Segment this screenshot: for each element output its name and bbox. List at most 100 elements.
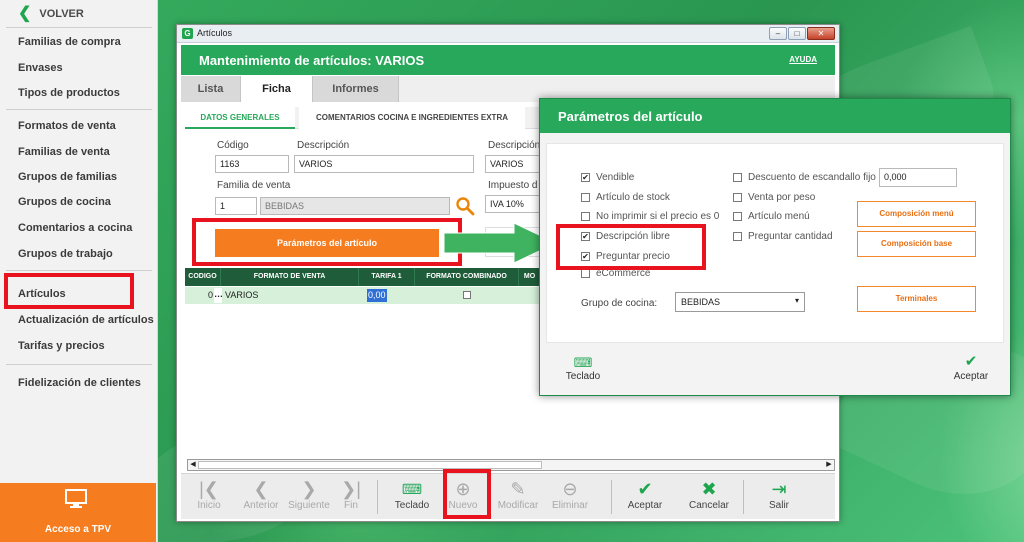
fin-label: Fin bbox=[344, 500, 358, 511]
subtab-comentarios[interactable]: COMENTARIOS COCINA E INGREDIENTES EXTRA bbox=[299, 107, 525, 129]
sidebar-item-comentarios-cocina[interactable]: Comentarios a cocina bbox=[18, 222, 132, 234]
sidebar-item-fidelizacion[interactable]: Fidelización de clientes bbox=[18, 377, 141, 389]
terminales-button[interactable]: Terminales bbox=[857, 286, 976, 312]
sidebar-item-tarifas-precios[interactable]: Tarifas y precios bbox=[18, 340, 105, 352]
check-vendible[interactable]: ✔ Vendible bbox=[581, 172, 634, 183]
tab-ficha[interactable]: Ficha bbox=[241, 76, 313, 102]
descripcion-label: Descripción bbox=[297, 140, 350, 151]
sidebar: ❮ VOLVER Familias de compra Envases Tipo… bbox=[0, 0, 158, 542]
checkbox[interactable] bbox=[581, 212, 590, 221]
descuento-field[interactable]: 0,000 bbox=[879, 168, 957, 187]
dialog-aceptar-label: Aceptar bbox=[953, 371, 989, 382]
scroll-right-icon[interactable]: ▶ bbox=[824, 460, 834, 470]
dialog-teclado-button[interactable]: ⌨ Teclado bbox=[558, 355, 608, 389]
modificar-button[interactable]: ✎ Modificar bbox=[493, 478, 543, 518]
stock-label: Artículo de stock bbox=[596, 192, 670, 203]
cancelar-button[interactable]: ✖ Cancelar bbox=[681, 478, 737, 518]
col-tarifa-1[interactable]: TARIFA 1 bbox=[359, 268, 415, 286]
dialog-aceptar-button[interactable]: ✔ Aceptar bbox=[946, 353, 996, 387]
chevron-left-icon: ❮ bbox=[18, 5, 32, 22]
highlight-box bbox=[4, 273, 134, 309]
maximize-icon[interactable]: □ bbox=[788, 27, 806, 40]
familia-code-field[interactable]: 1 bbox=[215, 197, 257, 215]
search-icon[interactable] bbox=[455, 196, 475, 216]
first-icon: |❮ bbox=[199, 479, 219, 499]
sidebar-item-envases[interactable]: Envases bbox=[18, 62, 63, 74]
col-codigo[interactable]: CODIGO bbox=[185, 268, 221, 286]
col-formato-venta[interactable]: FORMATO DE VENTA bbox=[221, 268, 359, 286]
scroll-left-icon[interactable]: ◀ bbox=[188, 460, 198, 470]
cell-tarifa[interactable]: 0,00 bbox=[367, 289, 387, 302]
scroll-thumb[interactable] bbox=[198, 461, 542, 469]
check-no-imprimir[interactable]: No imprimir si el precio es 0 bbox=[581, 211, 719, 222]
salir-button[interactable]: ⇥ Salir bbox=[751, 478, 807, 518]
checkbox[interactable] bbox=[733, 212, 742, 221]
composicion-base-button[interactable]: Composición base bbox=[857, 231, 976, 257]
minus-circle-icon: ⊖ bbox=[562, 479, 578, 499]
familia-name-field: BEBIDAS bbox=[260, 197, 450, 215]
grupo-cocina-select[interactable]: BEBIDAS ▾ bbox=[675, 292, 805, 312]
familia-label: Familia de venta bbox=[217, 180, 291, 191]
tpv-label: Acceso a TPV bbox=[44, 524, 112, 535]
divider bbox=[377, 480, 378, 514]
checkbox[interactable]: ✔ bbox=[581, 173, 590, 182]
eliminar-button[interactable]: ⊖ Eliminar bbox=[545, 478, 595, 518]
descripcion2-field[interactable]: VARIOS bbox=[485, 155, 541, 173]
tab-informes[interactable]: Informes bbox=[313, 76, 399, 102]
check-descuento-escandallo[interactable]: Descuento de escandallo fijo bbox=[733, 172, 876, 183]
col-formato-combinado[interactable]: FORMATO COMBINADO bbox=[415, 268, 519, 286]
sidebar-item-grupos-familias[interactable]: Grupos de familias bbox=[18, 171, 117, 183]
sidebar-item-familias-compra[interactable]: Familias de compra bbox=[18, 36, 121, 48]
descripcion-field[interactable]: VARIOS bbox=[294, 155, 474, 173]
checkbox[interactable] bbox=[463, 291, 471, 299]
highlight-box bbox=[556, 224, 706, 270]
impuesto-label: Impuesto d bbox=[488, 180, 538, 191]
eliminar-label: Eliminar bbox=[551, 500, 589, 511]
sidebar-item-tipos-productos[interactable]: Tipos de productos bbox=[18, 87, 120, 99]
sidebar-item-grupos-trabajo[interactable]: Grupos de trabajo bbox=[18, 248, 113, 260]
window-header: Mantenimiento de artículos: VARIOS AYUDA bbox=[181, 45, 835, 75]
minimize-icon[interactable]: – bbox=[769, 27, 787, 40]
composicion-menu-button[interactable]: Composición menú bbox=[857, 201, 976, 227]
check-preguntar-cantidad[interactable]: Preguntar cantidad bbox=[733, 231, 833, 242]
checkbox[interactable] bbox=[733, 193, 742, 202]
checkbox[interactable] bbox=[581, 193, 590, 202]
anterior-label: Anterior bbox=[243, 500, 279, 511]
monitor-icon bbox=[65, 489, 87, 508]
tab-lista[interactable]: Lista bbox=[181, 76, 241, 102]
grupo-cocina-value: BEBIDAS bbox=[681, 297, 721, 307]
check-circle-icon: ✔ bbox=[964, 353, 978, 370]
teclado-label: Teclado bbox=[394, 500, 430, 511]
check-articulo-menu[interactable]: Artículo menú bbox=[733, 211, 810, 222]
table-row[interactable]: 0 … VARIOS 0,00 bbox=[185, 287, 541, 304]
back-button[interactable]: ❮ VOLVER bbox=[18, 6, 84, 22]
divider bbox=[6, 109, 152, 110]
codigo-field[interactable]: 1163 bbox=[215, 155, 289, 173]
bottom-toolbar: |❮ Inicio ❮ Anterior ❯ Siguiente ❯| Fin ⌨ Tec… bbox=[181, 469, 835, 519]
checkbox[interactable] bbox=[733, 232, 742, 241]
aceptar-button[interactable]: ✔ Aceptar bbox=[617, 478, 673, 518]
x-circle-icon: ✖ bbox=[701, 479, 717, 499]
sidebar-item-actualizacion-articulos[interactable]: Actualización de artículos bbox=[18, 314, 154, 326]
teclado-button[interactable]: ⌨ Teclado bbox=[387, 478, 437, 518]
cell-combinado[interactable] bbox=[415, 287, 519, 304]
divider bbox=[6, 27, 152, 28]
ellipsis-button[interactable]: … bbox=[214, 288, 223, 303]
sidebar-item-familias-venta[interactable]: Familias de venta bbox=[18, 146, 110, 158]
col-mo[interactable]: MO bbox=[519, 268, 541, 286]
tpv-access-button[interactable]: Acceso a TPV bbox=[0, 483, 156, 542]
check-venta-peso[interactable]: Venta por peso bbox=[733, 192, 815, 203]
siguiente-button[interactable]: ❯ Siguiente bbox=[281, 478, 337, 518]
inicio-button[interactable]: |❮ Inicio bbox=[189, 478, 229, 518]
sidebar-item-grupos-cocina[interactable]: Grupos de cocina bbox=[18, 196, 111, 208]
sidebar-item-formatos-venta[interactable]: Formatos de venta bbox=[18, 120, 116, 132]
subtab-datos-generales[interactable]: DATOS GENERALES bbox=[185, 107, 295, 129]
checkbox[interactable] bbox=[733, 173, 742, 182]
checkbox[interactable] bbox=[581, 269, 590, 278]
fin-button[interactable]: ❯| Fin bbox=[331, 478, 371, 518]
close-icon[interactable]: ✕ bbox=[807, 27, 835, 40]
horizontal-scrollbar[interactable]: ◀ ▶ bbox=[187, 459, 835, 471]
help-link[interactable]: AYUDA bbox=[789, 55, 817, 64]
impuesto-field[interactable]: IVA 10% bbox=[485, 195, 541, 213]
check-articulo-stock[interactable]: Artículo de stock bbox=[581, 192, 670, 203]
